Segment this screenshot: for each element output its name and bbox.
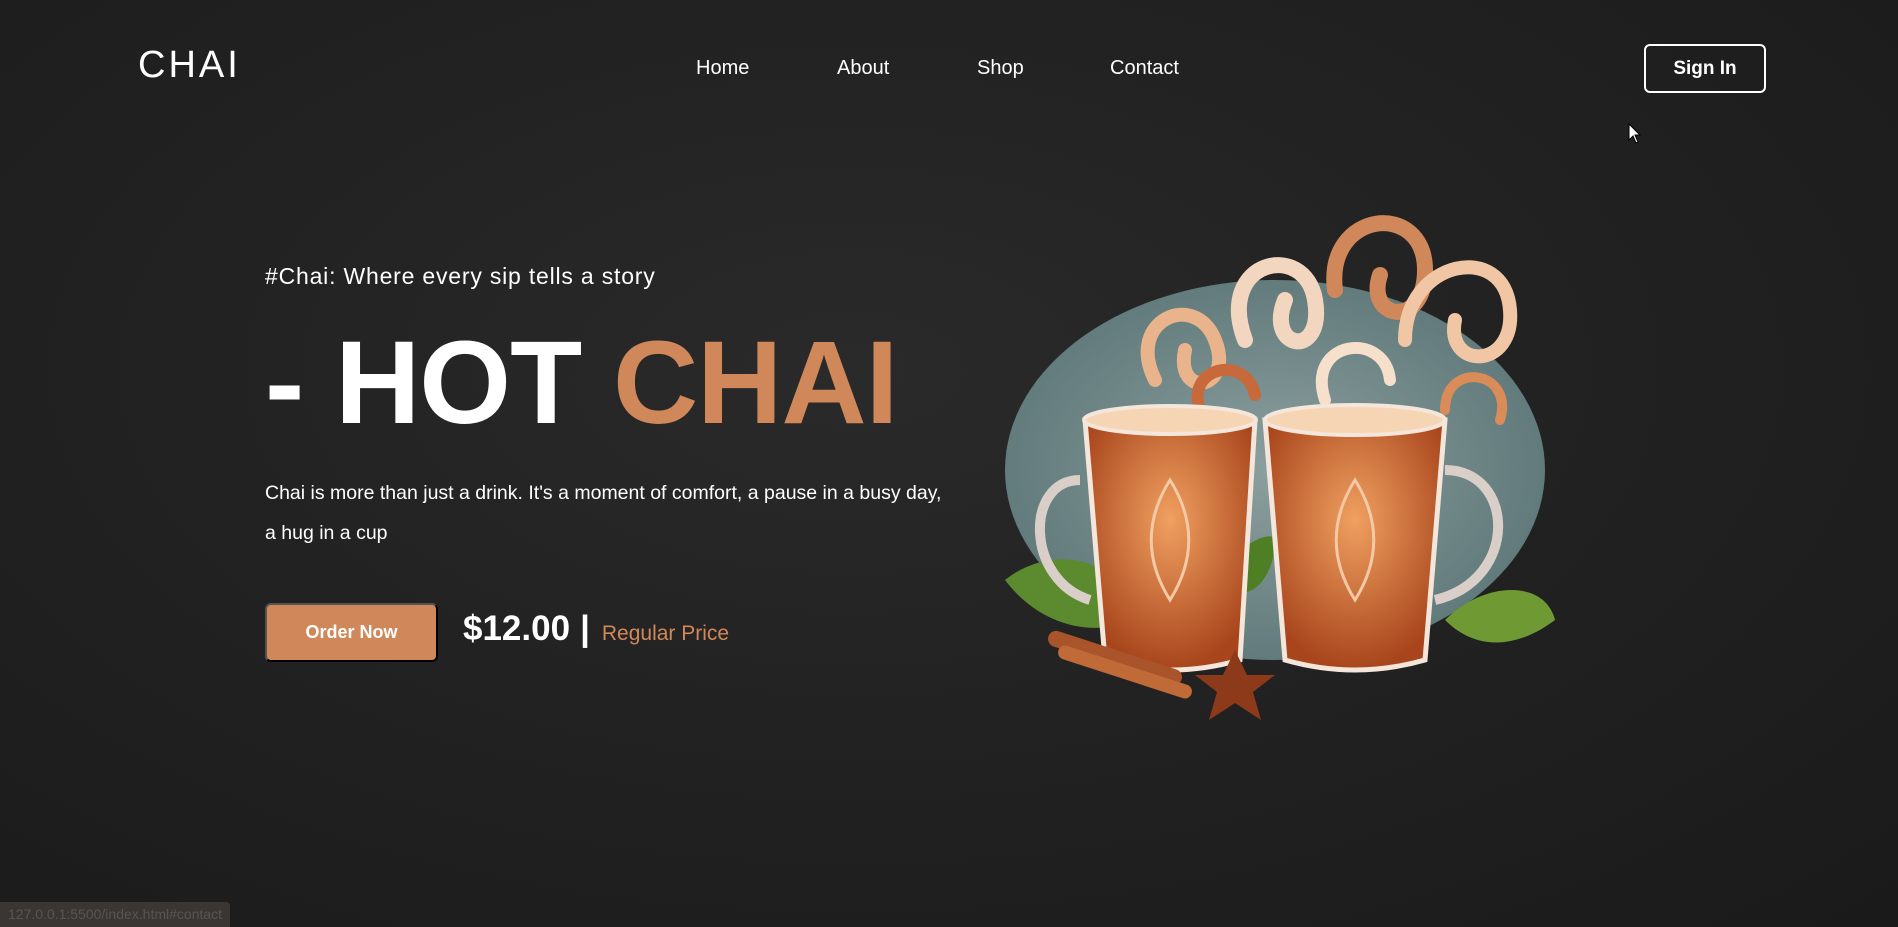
nav-link-home[interactable]: Home bbox=[696, 56, 837, 80]
hero-tagline: #Chai: Where every sip tells a story bbox=[265, 263, 656, 289]
status-bar-url: 127.0.0.1:5500/index.html#contact bbox=[0, 902, 231, 927]
chai-glasses-illustration bbox=[1005, 215, 1555, 720]
price-label: Regular Price bbox=[601, 622, 730, 645]
landing-page: CHAI Home About Shop Contact Sign In #Ch… bbox=[0, 0, 1898, 927]
mouse-cursor-icon bbox=[1628, 123, 1642, 144]
sign-in-button[interactable]: Sign In bbox=[1644, 44, 1766, 93]
price-info: $12.00 | Regular Price bbox=[463, 609, 729, 649]
hero-headline: - HOT CHAI bbox=[265, 322, 898, 444]
price-separator: | bbox=[580, 609, 590, 648]
nav-link-shop[interactable]: Shop bbox=[977, 56, 1110, 80]
nav-link-about[interactable]: About bbox=[837, 56, 977, 80]
price-value: $12.00 bbox=[463, 609, 571, 648]
hero-description: Chai is more than just a drink. It's a m… bbox=[265, 482, 942, 544]
nav-link-contact[interactable]: Contact bbox=[1110, 56, 1179, 80]
headline-accent: CHAI bbox=[612, 317, 898, 449]
headline-prefix: - HOT bbox=[265, 317, 582, 449]
brand-logo[interactable]: CHAI bbox=[138, 46, 241, 84]
order-now-button[interactable]: Order Now bbox=[265, 603, 438, 662]
main-nav: Home About Shop Contact bbox=[696, 56, 1179, 80]
